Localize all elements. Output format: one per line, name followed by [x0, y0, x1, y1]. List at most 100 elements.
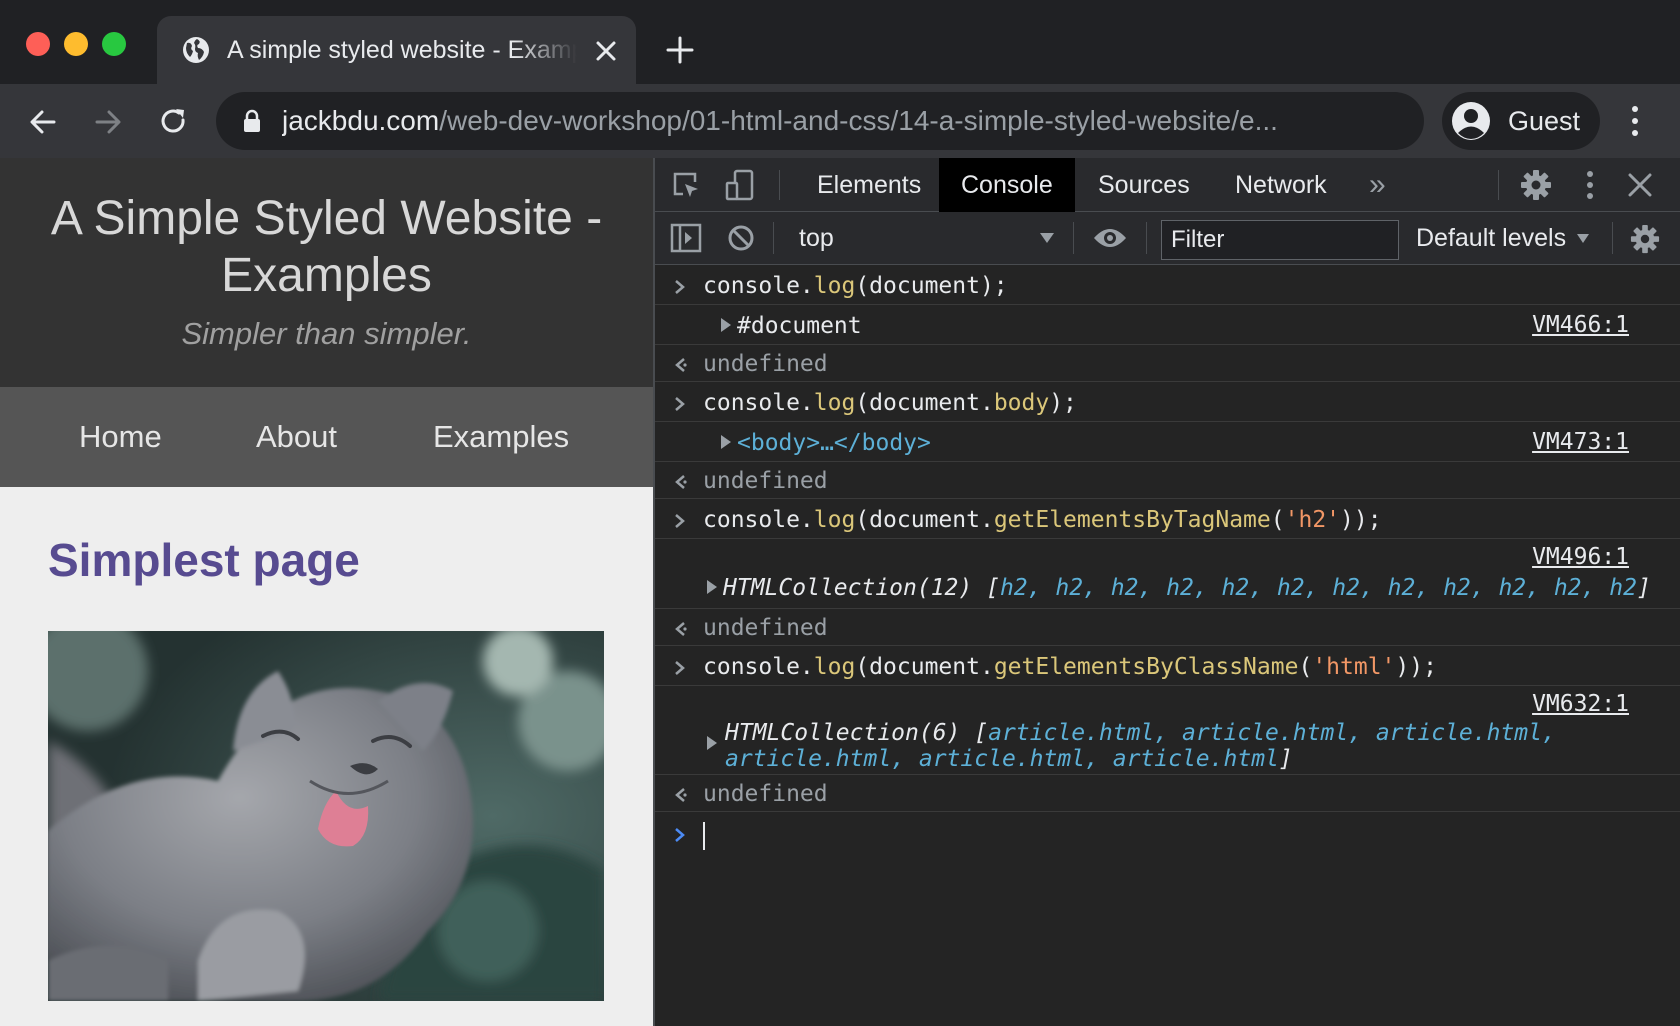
article-title: Simplest page [48, 534, 360, 586]
return-value: undefined [703, 615, 828, 641]
console-command[interactable]: console.log(document); [703, 273, 1008, 299]
console-log-row: VM496:1 HTMLCollection(12) [h2, h2, h2, … [655, 539, 1680, 609]
log-value: ] [1278, 746, 1293, 772]
console-prompt[interactable] [655, 812, 1680, 858]
browser-toolbar: jackbdu.com/web-dev-workshop/01-html-and… [0, 84, 1680, 158]
dropdown-arrow-icon [1577, 234, 1590, 243]
code-token: console. [703, 507, 814, 533]
sidebar-toggle-icon[interactable] [670, 223, 702, 253]
log-elements: h2, h2, h2, h2, h2, h2, h2, h2, h2, h2, … [999, 575, 1637, 601]
log-output[interactable]: #document [721, 313, 862, 339]
url-path: /web-dev-workshop/01-html-and-css/14-a-s… [439, 105, 1278, 136]
new-tab-icon[interactable] [666, 36, 694, 64]
console-command[interactable]: console.log(document.getElementsByClassN… [703, 654, 1437, 680]
return-value: undefined [703, 351, 828, 377]
return-arrow-icon [675, 622, 687, 636]
toolbar-separator [1612, 222, 1613, 254]
profile-button[interactable]: Guest [1442, 92, 1600, 150]
code-token: )); [1395, 654, 1437, 680]
close-devtools-icon[interactable] [1627, 172, 1653, 198]
console-return-row: undefined [655, 345, 1680, 382]
tab-sources[interactable]: Sources [1076, 158, 1212, 212]
console-return-row: undefined [655, 609, 1680, 646]
site-title: A Simple Styled Website - Examples [50, 192, 603, 302]
avatar-icon [1452, 102, 1490, 140]
devtools-tab-bar: Elements Console Sources Network » [655, 158, 1680, 212]
source-link[interactable]: VM496:1 [1532, 544, 1629, 570]
expand-triangle-icon[interactable] [721, 318, 731, 332]
code-token: )); [1340, 507, 1382, 533]
console-input-row: console.log(document.getElementsByTagNam… [655, 499, 1680, 539]
browser-tab[interactable]: A simple styled website - Examples [157, 16, 636, 84]
code-token: ); [1049, 390, 1077, 416]
console-input-row: console.log(document); [655, 265, 1680, 305]
site-tagline: Simpler than simpler. [181, 316, 472, 351]
console-command[interactable]: console.log(document.getElementsByTagNam… [703, 507, 1382, 533]
expand-triangle-icon[interactable] [721, 435, 731, 449]
console-log-row: #document VM466:1 [655, 305, 1680, 345]
tab-separator [779, 170, 780, 200]
log-value: <body>…</body> [737, 430, 931, 456]
site-nav: Home About Examples [0, 387, 653, 487]
log-levels-select[interactable]: Default levels [1416, 224, 1590, 253]
settings-gear-icon[interactable] [1520, 169, 1552, 201]
tab-network[interactable]: Network [1213, 158, 1349, 212]
address-bar[interactable]: jackbdu.com/web-dev-workshop/01-html-and… [216, 92, 1424, 150]
text-cursor [703, 822, 705, 850]
dropdown-arrow-icon[interactable] [1039, 232, 1055, 244]
source-link[interactable]: VM466:1 [1532, 312, 1629, 338]
nav-link-examples[interactable]: Examples [433, 419, 569, 455]
toolbar-separator [1146, 222, 1147, 254]
back-arrow-icon[interactable] [27, 106, 59, 138]
close-window-button[interactable] [26, 32, 50, 56]
console-settings-gear-icon[interactable] [1630, 224, 1660, 254]
tab-separator [1498, 170, 1499, 200]
nav-link-about[interactable]: About [256, 419, 337, 455]
log-output-continued[interactable]: article.html, article.html, article.html… [725, 746, 1293, 772]
close-tab-icon[interactable] [593, 38, 619, 64]
devtools-panel: Elements Console Sources Network » top F… [653, 158, 1680, 1026]
globe-icon [183, 37, 209, 63]
log-output[interactable]: <body>…</body> [721, 430, 931, 456]
source-link[interactable]: VM473:1 [1532, 429, 1629, 455]
cat-photo [48, 631, 604, 1001]
code-token: (document. [855, 507, 994, 533]
code-token: console. [703, 390, 814, 416]
forward-arrow-icon[interactable] [92, 106, 124, 138]
maximize-window-button[interactable] [102, 32, 126, 56]
log-value: ] [1636, 575, 1651, 601]
minimize-window-button[interactable] [64, 32, 88, 56]
code-token: ( [1270, 507, 1285, 533]
more-vert-icon[interactable] [1584, 170, 1596, 200]
inspect-element-icon[interactable] [671, 170, 701, 200]
tab-elements[interactable]: Elements [795, 158, 943, 212]
tab-title: A simple styled website - Examples [227, 36, 577, 64]
device-toolbar-icon[interactable] [725, 169, 755, 201]
log-output[interactable]: HTMLCollection(6) [article.html, article… [725, 720, 1556, 746]
code-token: (document); [855, 273, 1008, 299]
expand-triangle-icon[interactable] [707, 580, 717, 594]
lock-icon[interactable] [242, 109, 262, 133]
prompt-chevron-icon [675, 828, 685, 842]
clear-console-icon[interactable] [727, 224, 755, 252]
log-value: HTMLCollection(12) [ [723, 575, 1000, 601]
source-link[interactable]: VM632:1 [1532, 691, 1629, 717]
reload-icon[interactable] [157, 106, 189, 138]
console-command[interactable]: console.log(document.body); [703, 390, 1077, 416]
tab-console[interactable]: Console [939, 158, 1075, 212]
log-output[interactable]: HTMLCollection(12) [h2, h2, h2, h2, h2, … [707, 575, 1651, 601]
more-vert-icon[interactable] [1625, 104, 1645, 138]
context-select[interactable]: top [799, 224, 834, 253]
url-text[interactable]: jackbdu.com/web-dev-workshop/01-html-and… [282, 105, 1402, 137]
input-chevron-icon [675, 397, 685, 411]
filter-input[interactable] [1161, 220, 1399, 260]
live-expression-eye-icon[interactable] [1093, 226, 1127, 250]
log-value: #document [737, 313, 862, 339]
more-tabs-icon[interactable]: » [1347, 158, 1408, 212]
expand-triangle-icon[interactable] [707, 736, 717, 750]
code-function: log [813, 507, 856, 533]
nav-link-home[interactable]: Home [79, 419, 162, 455]
profile-label: Guest [1508, 106, 1581, 136]
console-toolbar: top Default levels [655, 212, 1680, 265]
code-token: console. [703, 654, 814, 680]
